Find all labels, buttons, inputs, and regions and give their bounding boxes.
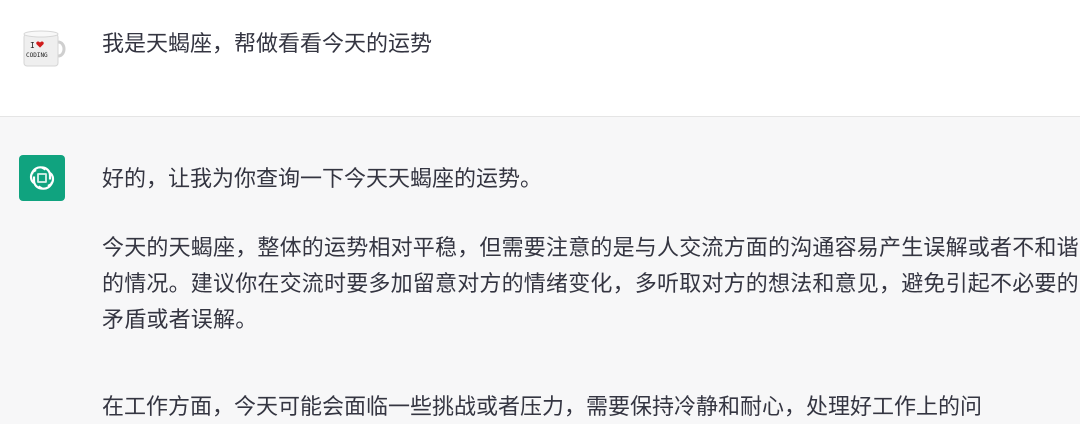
assistant-greeting-text: 好的，让我为你查询一下今天天蝎座的运势。 (102, 167, 543, 192)
svg-text:I: I (30, 41, 35, 50)
assistant-paragraph-1: 今天的天蝎座，整体的运势相对平稳，但需要注意的是与人交流方面的沟通容易产生误解或… (102, 236, 1079, 333)
openai-logo-icon (29, 166, 55, 190)
user-message-text: 我是天蝎座，帮做看看今天的运势 (102, 32, 433, 57)
assistant-avatar (19, 155, 65, 201)
user-message-row: I CODING 我是天蝎座，帮做看看今天的运势 (0, 0, 1080, 116)
user-avatar: I CODING (18, 24, 66, 72)
svg-text:CODING: CODING (26, 52, 48, 59)
chat-page: I CODING 我是天蝎座，帮做看看今天的运势 好的，让我为你查询一下今天天蝎… (0, 0, 1080, 424)
assistant-paragraph-2: 在工作方面，今天可能会面临一些挑战或者压力，需要保持冷静和耐心，处理好工作上的问 (102, 395, 983, 420)
coffee-mug-icon: I CODING (18, 24, 66, 72)
